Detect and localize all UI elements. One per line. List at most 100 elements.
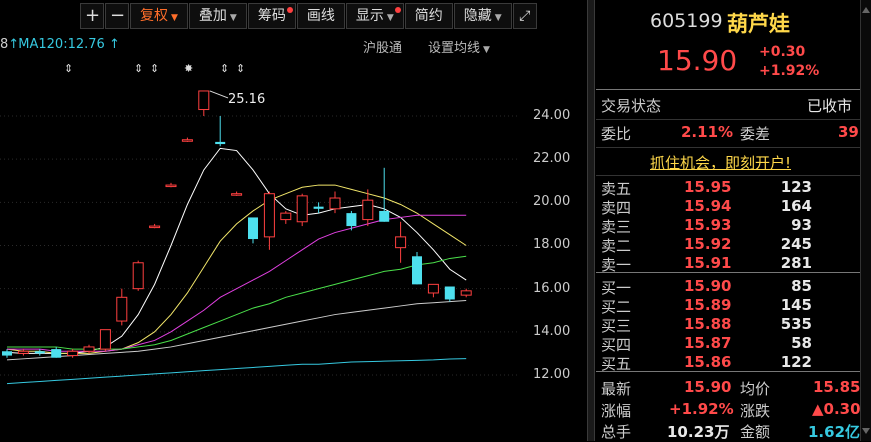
hide-button[interactable]: 隐藏 ▼ — [453, 3, 512, 29]
candle — [379, 167, 390, 222]
order-label: 买一 — [601, 279, 632, 297]
simple-mode-button[interactable]: 简约 — [404, 3, 453, 29]
pct-value: +1.92% — [669, 400, 734, 418]
weibi-label: 委比 — [601, 125, 632, 143]
status-value: 已收市 — [807, 97, 853, 115]
event-marker[interactable]: ✸ — [184, 62, 193, 75]
set-ma-button[interactable]: 设置均线 ▼ — [428, 37, 490, 56]
draw-line-button[interactable]: 画线 — [296, 3, 345, 29]
latest-label: 最新 — [601, 380, 632, 398]
order-volume: 122 — [780, 353, 812, 371]
candle — [412, 251, 422, 285]
notification-dot-icon — [394, 7, 401, 13]
amount-value: 1.62亿 — [808, 423, 861, 441]
ma-line — [6, 300, 467, 361]
order-price[interactable]: 15.93 — [684, 216, 731, 234]
event-marker[interactable]: ⇕ — [64, 62, 73, 75]
chevron-down-icon: ▼ — [171, 13, 178, 23]
candle — [248, 217, 258, 244]
candle — [231, 191, 243, 196]
event-marker[interactable]: ⇕ — [134, 62, 143, 75]
candle — [296, 193, 308, 227]
peak-price-label: 25.16 — [228, 92, 266, 107]
ma-prefix: 8 — [0, 37, 9, 52]
chevron-down-icon: ▼ — [494, 13, 502, 23]
ma-line — [7, 214, 467, 352]
candle — [346, 210, 357, 231]
hsgt-link[interactable]: 沪股通 — [363, 37, 402, 56]
zoom-out-button[interactable]: − — [105, 3, 129, 29]
event-marker[interactable]: ⇕ — [220, 62, 229, 75]
chips-button[interactable]: 筹码 — [247, 3, 296, 29]
order-price[interactable]: 15.90 — [684, 277, 731, 295]
chg-value: ▲0.30 — [812, 400, 861, 418]
scroll-down-icon[interactable] — [862, 428, 870, 438]
order-volume: 245 — [780, 235, 812, 253]
candle — [165, 182, 177, 188]
scroll-up-icon[interactable] — [862, 3, 870, 13]
divider — [596, 371, 860, 372]
quote-scrollbar[interactable] — [860, 0, 871, 441]
order-volume: 281 — [780, 254, 812, 272]
stock-name: 葫芦娃 — [727, 12, 790, 36]
notification-dot-icon — [286, 7, 293, 13]
pane-splitter[interactable] — [587, 0, 595, 441]
candle — [116, 288, 128, 326]
order-label: 买二 — [601, 298, 632, 316]
chevron-down-icon: ▼ — [386, 13, 394, 23]
candle — [198, 90, 210, 116]
adjust-button[interactable]: 复权 ▼ — [130, 3, 188, 29]
price-tick-label: 20.00 — [533, 194, 571, 209]
chg-label: 涨跌 — [740, 402, 771, 420]
event-marker[interactable]: ⇕ — [236, 62, 245, 75]
candle — [34, 349, 45, 356]
display-button[interactable]: 显示 ▼ — [345, 3, 404, 29]
price-tick-label: 24.00 — [533, 108, 571, 123]
price-change: +0.30 — [759, 44, 806, 60]
weicha-label: 委差 — [740, 125, 771, 143]
kline-chart-pane[interactable]: + − 复权 ▼ 叠加 ▼ 筹码 画线 显示 ▼ 简约 隐藏 ▼ ⤢ 8↑MA120:1… — [0, 0, 587, 441]
order-volume: 93 — [791, 216, 812, 234]
candle — [2, 349, 12, 358]
last-price: 15.90 — [657, 44, 738, 77]
order-label: 卖四 — [601, 199, 632, 217]
order-price[interactable]: 15.87 — [684, 334, 731, 352]
open-account-link[interactable]: 抓住机会，即刻开户! — [650, 152, 791, 173]
order-label: 买三 — [601, 317, 632, 335]
order-price[interactable]: 15.92 — [684, 235, 731, 253]
chevron-down-icon: ▼ — [483, 45, 490, 55]
candle — [149, 223, 161, 229]
order-price[interactable]: 15.86 — [684, 353, 731, 371]
order-volume: 58 — [791, 334, 812, 352]
order-price[interactable]: 15.89 — [684, 296, 731, 314]
candle — [67, 349, 79, 358]
overlay-label: 叠加 — [198, 8, 227, 24]
weicha-value: 39 — [838, 123, 859, 141]
candle — [83, 344, 95, 354]
avg-label: 均价 — [740, 380, 771, 398]
price-tick-label: 12.00 — [533, 367, 571, 382]
candle — [362, 189, 374, 227]
ma-line — [6, 358, 467, 385]
candle — [460, 288, 472, 298]
order-price[interactable]: 15.91 — [684, 254, 731, 272]
order-price[interactable]: 15.95 — [684, 178, 731, 196]
candle — [99, 329, 111, 352]
volume-value: 10.23万 — [667, 423, 730, 441]
candle — [51, 346, 62, 358]
order-price[interactable]: 15.88 — [684, 315, 731, 333]
order-price[interactable]: 15.94 — [684, 197, 731, 215]
overlay-button[interactable]: 叠加 ▼ — [188, 3, 247, 29]
candle — [427, 283, 439, 298]
divider — [596, 175, 860, 176]
kline-svg — [0, 90, 520, 385]
stock-code: 605199 — [650, 10, 723, 32]
expand-icon[interactable]: ⤢ — [512, 3, 537, 29]
price-change-pct: +1.92% — [759, 63, 820, 79]
divider — [596, 272, 860, 273]
candle — [263, 191, 275, 250]
event-marker[interactable]: ⇕ — [150, 62, 159, 75]
order-volume: 123 — [780, 178, 812, 196]
order-volume: 164 — [780, 197, 812, 215]
zoom-in-button[interactable]: + — [80, 3, 104, 29]
